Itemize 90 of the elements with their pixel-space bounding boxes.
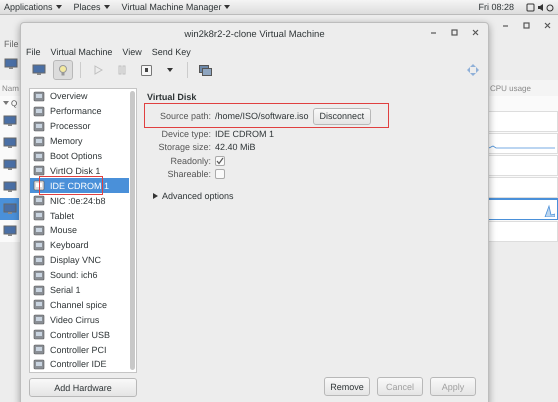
close-icon[interactable] xyxy=(543,21,552,30)
checkbox[interactable] xyxy=(215,169,225,180)
device-icon xyxy=(33,150,45,162)
device-icon xyxy=(33,358,45,370)
vm-icon xyxy=(2,159,16,171)
menu-item[interactable]: Send Key xyxy=(150,46,192,56)
field-label: Source path: xyxy=(158,111,211,121)
hardware-item[interactable]: Controller USB xyxy=(30,327,129,342)
field-label: Readonly: xyxy=(169,156,211,166)
checkbox[interactable] xyxy=(215,156,225,166)
hardware-item[interactable]: Keyboard xyxy=(30,238,129,253)
device-icon xyxy=(33,224,45,236)
add-hardware-button[interactable]: Add Hardware xyxy=(29,378,137,397)
status-icons[interactable] xyxy=(526,2,554,12)
menu-item[interactable]: Virtual Machine xyxy=(50,46,114,56)
hardware-item[interactable]: VirtIO Disk 1 xyxy=(30,163,129,178)
new-vm-icon xyxy=(4,58,18,70)
device-icon xyxy=(33,90,45,102)
window-title: win2k8r2-2-clone Virtual Machine xyxy=(184,28,325,40)
hardware-item[interactable]: Channel spice xyxy=(30,297,129,312)
menu-item[interactable]: File xyxy=(4,39,19,49)
device-icon xyxy=(33,344,45,356)
device-icon xyxy=(33,254,45,266)
section-title: Virtual Disk xyxy=(147,92,198,102)
play-icon xyxy=(93,65,103,75)
clock: Fri 08:28 xyxy=(478,2,514,12)
device-icon xyxy=(33,136,45,147)
hardware-item[interactable]: NIC :0e:24:b8 xyxy=(30,193,129,208)
disconnect-button[interactable]: Disconnect xyxy=(312,108,372,124)
top-menu[interactable]: Virtual Machine Manager xyxy=(122,2,230,12)
column-header: CPU usage xyxy=(490,84,532,92)
vm-icon xyxy=(2,137,16,149)
device-icon xyxy=(33,195,45,206)
field-label: Shareable: xyxy=(166,169,211,180)
vm-icon xyxy=(2,115,16,127)
caret-icon xyxy=(56,5,62,9)
hardware-item[interactable]: Video Cirrus xyxy=(30,312,129,328)
hardware-item[interactable]: Boot Options xyxy=(30,148,129,164)
device-icon xyxy=(33,270,45,281)
hardware-item[interactable]: Performance xyxy=(30,104,129,119)
device-icon xyxy=(33,120,45,132)
hardware-item[interactable]: Mouse xyxy=(30,223,129,238)
hardware-item[interactable]: Display VNC xyxy=(30,252,129,268)
close-icon[interactable] xyxy=(471,28,480,37)
device-icon xyxy=(33,314,45,326)
device-icon xyxy=(33,240,45,251)
menu-item[interactable]: View xyxy=(121,46,143,56)
caret-icon xyxy=(3,101,9,105)
column-header: Nam xyxy=(2,84,19,92)
device-icon xyxy=(33,299,45,310)
field-value: 42.40 MiB xyxy=(215,142,256,152)
hardware-item[interactable]: Serial 1 xyxy=(30,282,129,298)
vm-icon xyxy=(2,225,16,237)
hardware-item[interactable]: Overview xyxy=(30,89,129,104)
caret-icon xyxy=(224,5,230,9)
field-label: Device type: xyxy=(160,128,211,139)
hardware-item[interactable]: Controller PCI xyxy=(30,342,129,358)
maximize-icon[interactable] xyxy=(522,21,531,30)
pause-icon xyxy=(117,65,127,75)
maximize-icon[interactable] xyxy=(450,28,459,37)
device-icon xyxy=(33,180,45,192)
vm-row-cell[interactable] xyxy=(0,198,19,220)
advanced-options-expander[interactable]: Advanced options xyxy=(147,191,476,201)
group-label: Q xyxy=(11,98,18,108)
dialog-button[interactable]: Remove xyxy=(324,377,370,396)
device-icon xyxy=(33,210,45,222)
hardware-item[interactable]: Memory xyxy=(30,134,129,149)
monitor-icon xyxy=(32,64,46,76)
field-value: /home/ISO/software.iso xyxy=(215,111,309,121)
device-icon xyxy=(33,165,45,176)
hardware-item[interactable]: Controller IDE xyxy=(30,357,129,372)
field-label: Storage size: xyxy=(157,142,211,152)
device-icon xyxy=(33,284,45,296)
hardware-item[interactable]: Tablet xyxy=(30,208,129,224)
bulb-icon xyxy=(58,64,68,76)
vm-icon xyxy=(2,181,16,193)
power-button-icon xyxy=(140,64,152,76)
caret-icon xyxy=(104,5,110,9)
hardware-item[interactable]: Sound: ich6 xyxy=(30,268,129,283)
device-icon xyxy=(33,329,45,340)
hardware-item[interactable]: Processor xyxy=(30,118,129,134)
screens-icon xyxy=(198,64,212,76)
menu-item[interactable]: File xyxy=(25,46,42,56)
top-menu[interactable]: Applications xyxy=(4,2,62,12)
expander-icon xyxy=(153,193,158,199)
vm-icon xyxy=(2,203,16,215)
device-icon xyxy=(33,106,45,117)
field-value: IDE CDROM 1 xyxy=(215,128,274,139)
top-menu[interactable]: Places xyxy=(74,2,110,12)
caret-icon xyxy=(167,68,173,72)
